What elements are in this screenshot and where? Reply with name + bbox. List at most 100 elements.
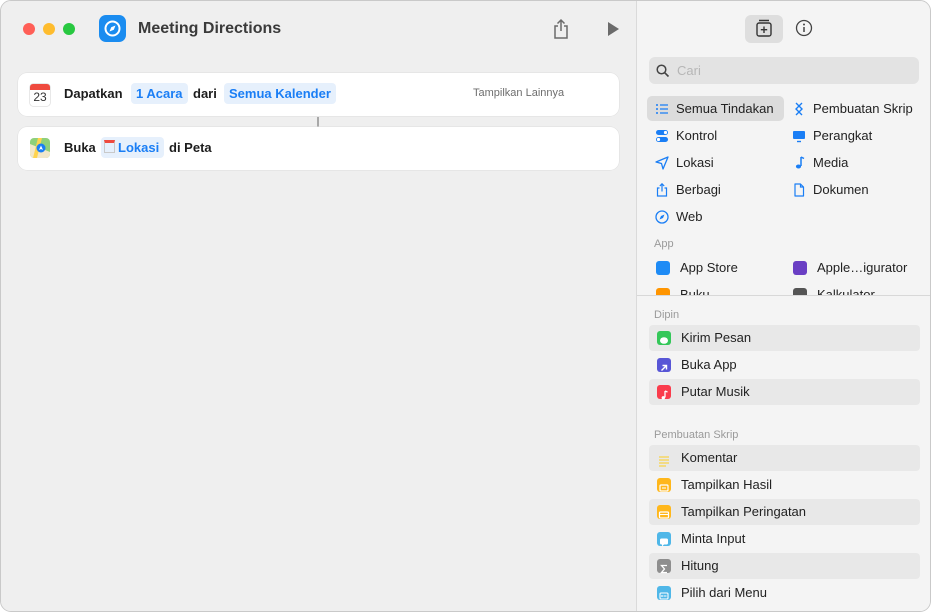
search-input[interactable] [677, 61, 907, 80]
app-label: Apple…igurator [817, 260, 908, 275]
music-note-icon [795, 156, 805, 169]
suggestion-label: Buka App [681, 357, 737, 372]
monitor-icon [793, 131, 805, 143]
scripting-icon [795, 102, 803, 116]
action-library-button[interactable] [745, 15, 783, 43]
category-label: Dokumen [813, 182, 869, 197]
search-field[interactable] [649, 57, 919, 84]
suggestion-label: Tampilkan Peringatan [681, 504, 807, 519]
share-icon[interactable] [551, 18, 571, 40]
category-label: Lokasi [676, 155, 714, 170]
action-connector-line [317, 117, 319, 127]
action-open-in-maps[interactable]: Buka Lokasi di Peta [18, 127, 619, 170]
suggestion-label: Tampilkan Hasil [681, 477, 773, 492]
input-bubble-icon [657, 532, 671, 547]
close-window-button[interactable] [23, 23, 35, 35]
suggestion-label: Putar Musik [681, 384, 750, 399]
calendar-icon: 23 [30, 84, 50, 106]
shortcut-title[interactable]: Meeting Directions [138, 20, 281, 38]
sidebar-divider[interactable] [637, 295, 930, 296]
message-bubble-icon [657, 331, 671, 345]
suggestion-ask-for-input[interactable]: Minta Input [649, 526, 920, 552]
app-item-apple-configurator[interactable]: Apple…igurator [786, 255, 921, 281]
apps-list: App Store Apple…igurator Buku Kalkulator [637, 253, 930, 295]
suggestion-label: Minta Input [681, 531, 746, 546]
category-label: Berbagi [676, 182, 721, 197]
category-label: Kontrol [676, 128, 718, 143]
suggestion-send-message[interactable]: Kirim Pesan [649, 325, 920, 351]
action-get-events[interactable]: 23 Dapatkan 1 Acara dari Semua Kalender … [18, 73, 619, 116]
suggestion-show-alert[interactable]: Tampilkan Peringatan [649, 499, 920, 525]
toggle-icon [656, 130, 668, 142]
run-play-icon[interactable] [605, 21, 621, 37]
calendar-day: 23 [33, 90, 47, 104]
app-item-books[interactable]: Buku [649, 282, 784, 295]
action-connector: dari [193, 86, 217, 101]
app-label: App Store [680, 260, 738, 275]
category-sharing[interactable]: Berbagi [647, 177, 784, 202]
show-more-button[interactable]: Tampilkan Lainnya [473, 87, 564, 99]
alert-icon [657, 505, 671, 519]
action-suffix: di Peta [169, 140, 212, 155]
app-label: Kalkulator [817, 287, 875, 295]
lines-icon [657, 451, 671, 467]
app-item-app-store[interactable]: App Store [649, 255, 784, 281]
suggestion-label: Pilih dari Menu [681, 585, 767, 600]
category-documents[interactable]: Dokumen [784, 177, 924, 202]
list-icon [656, 104, 668, 114]
category-device[interactable]: Perangkat [784, 123, 924, 148]
category-scripting[interactable]: Pembuatan Skrip [784, 96, 924, 121]
info-icon[interactable] [795, 19, 813, 37]
arrow-up-right-icon [657, 358, 671, 372]
result-icon [657, 478, 671, 492]
editor-pane: Meeting Directions 23 Dapatkan 1 Acara d… [1, 1, 636, 611]
calculator-icon [793, 288, 807, 295]
music-note-icon [657, 385, 671, 400]
share-icon [656, 183, 668, 197]
category-control[interactable]: Kontrol [647, 123, 784, 148]
calendar-source-token[interactable]: Semua Kalender [224, 83, 336, 104]
configurator-icon [793, 261, 807, 275]
location-token-label: Lokasi [118, 140, 160, 155]
pinned-section-heading: Dipin [654, 309, 680, 321]
minimize-window-button[interactable] [43, 23, 55, 35]
category-label: Web [676, 209, 703, 224]
calendar-mini-icon [104, 140, 115, 153]
apps-section-heading: App [654, 238, 674, 250]
suggestion-calculate[interactable]: Hitung [649, 553, 920, 579]
suggestion-label: Hitung [681, 558, 719, 573]
category-label: Perangkat [813, 128, 873, 143]
menu-icon [657, 586, 671, 600]
sigma-icon [657, 559, 671, 574]
location-arrow-icon [655, 156, 669, 170]
search-icon [656, 64, 670, 78]
compass-icon [655, 210, 669, 224]
suggestion-show-result[interactable]: Tampilkan Hasil [649, 472, 920, 498]
location-token[interactable]: Lokasi [101, 137, 165, 158]
category-label: Pembuatan Skrip [813, 101, 913, 116]
category-location[interactable]: Lokasi [647, 150, 784, 175]
category-web[interactable]: Web [647, 204, 784, 229]
suggestion-open-app[interactable]: Buka App [649, 352, 920, 378]
suggestion-comment[interactable]: Komentar [649, 445, 920, 471]
shortcut-compass-icon[interactable] [99, 15, 126, 42]
suggestion-choose-from-menu[interactable]: Pilih dari Menu [649, 580, 920, 606]
action-library-sidebar: Semua Tindakan Kontrol Lokasi Berbagi [636, 1, 930, 611]
shortcuts-window: Meeting Directions 23 Dapatkan 1 Acara d… [0, 0, 931, 612]
app-label: Buku [680, 287, 710, 295]
scripting-section-heading: Pembuatan Skrip [654, 429, 739, 441]
category-all-actions[interactable]: Semua Tindakan [647, 96, 784, 121]
app-item-calculator[interactable]: Kalkulator [786, 282, 921, 295]
category-label: Semua Tindakan [676, 101, 774, 116]
category-media[interactable]: Media [784, 150, 924, 175]
app-store-icon [656, 261, 670, 275]
category-label: Media [813, 155, 849, 170]
suggestion-label: Kirim Pesan [681, 330, 752, 345]
event-count-token[interactable]: 1 Acara [131, 83, 188, 104]
books-icon [656, 288, 670, 295]
suggestion-play-music[interactable]: Putar Musik [649, 379, 920, 405]
maps-icon [30, 138, 50, 158]
zoom-window-button[interactable] [63, 23, 75, 35]
document-icon [794, 183, 805, 197]
action-verb: Dapatkan [64, 86, 123, 101]
